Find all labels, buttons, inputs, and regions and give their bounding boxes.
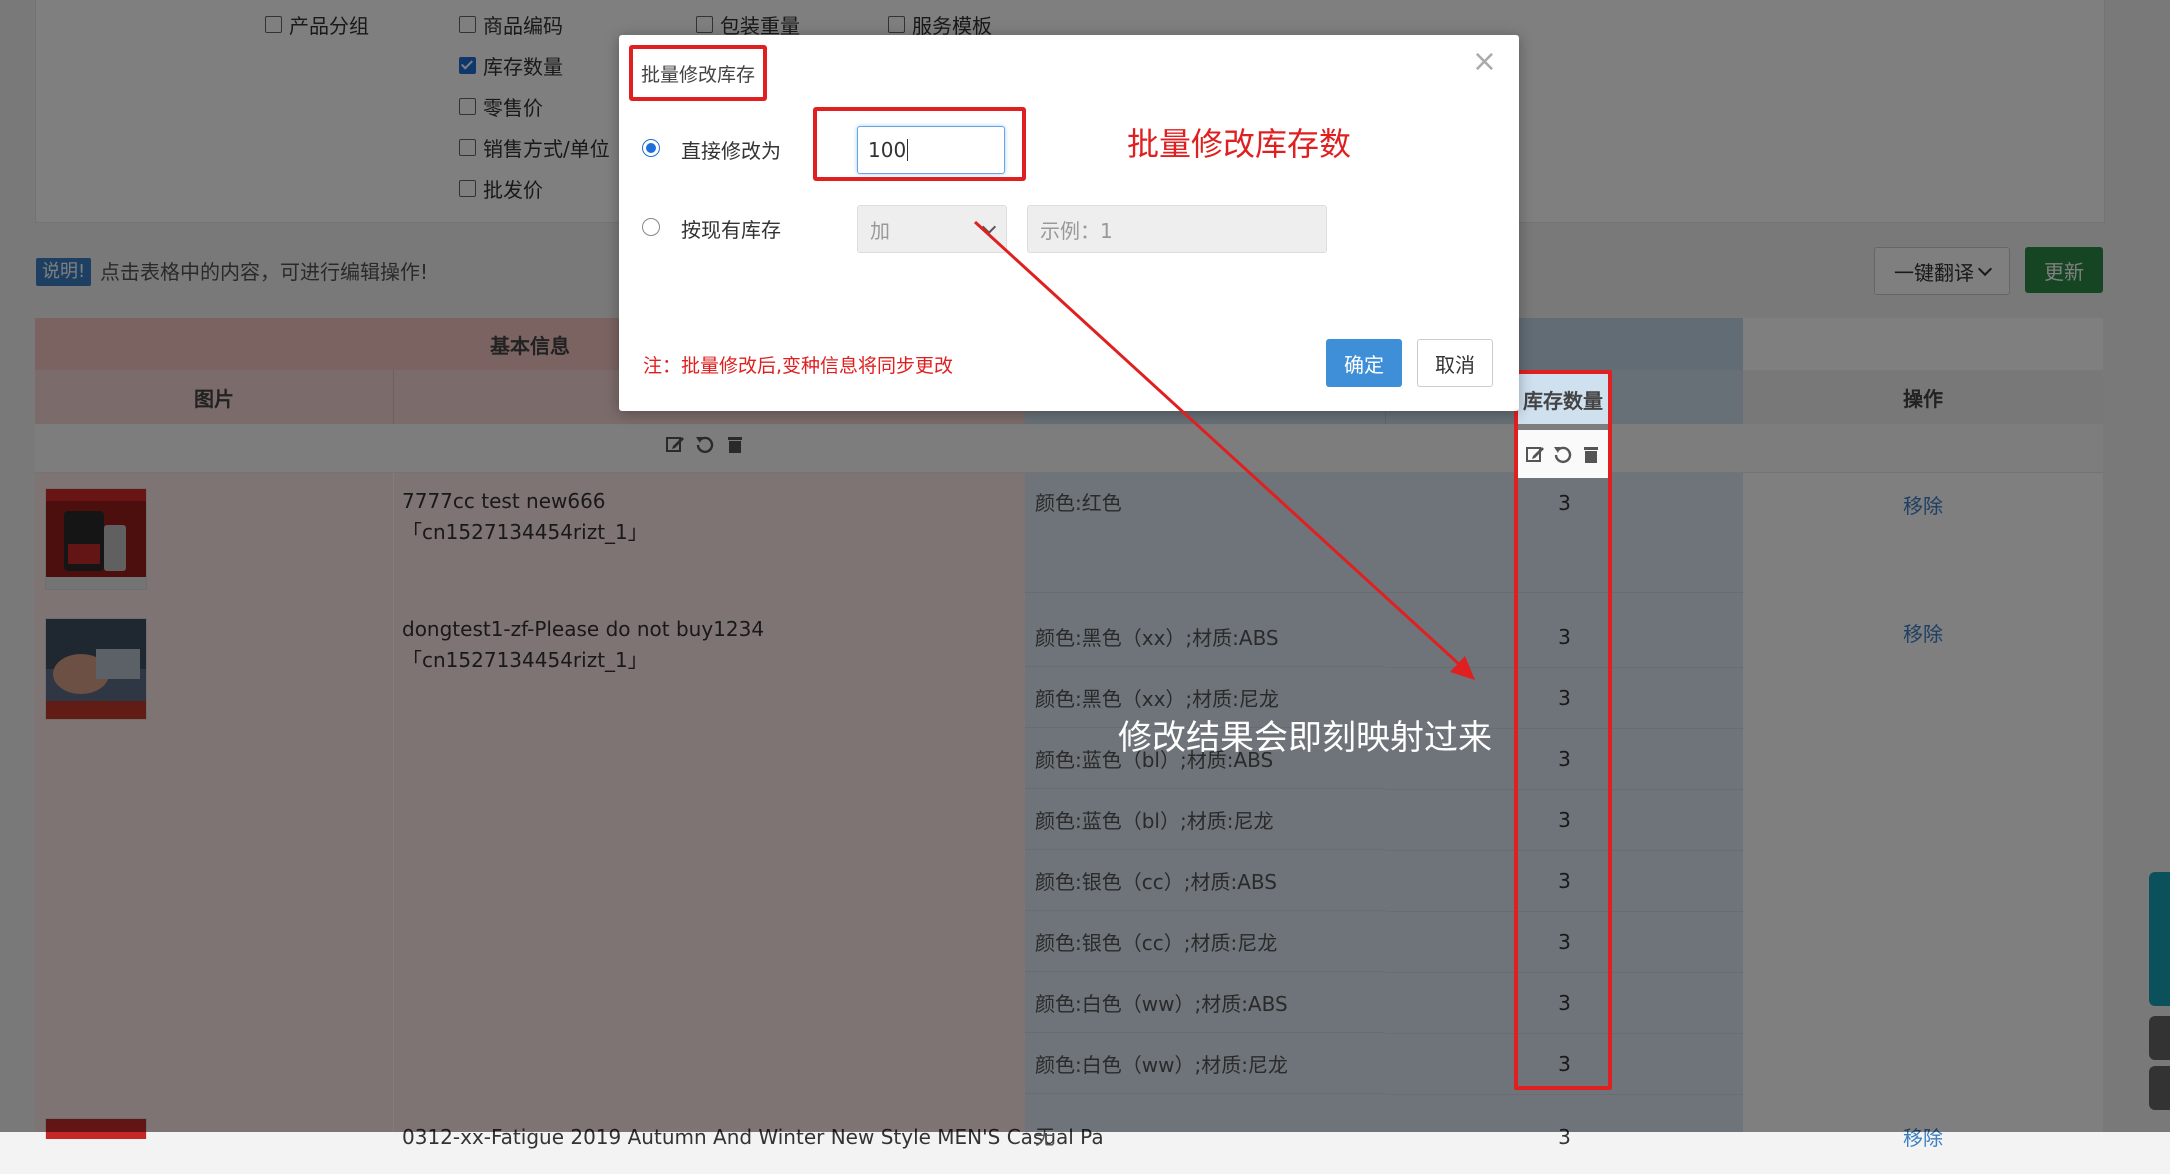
- stock-column-highlight-box: [1514, 370, 1612, 1090]
- annotation-result-label: 修改结果会即刻映射过来: [1118, 718, 1492, 758]
- annotation-batch-label: 批量修改库存数: [1127, 125, 1352, 163]
- operator-select[interactable]: 加: [857, 205, 1007, 253]
- confirm-button[interactable]: 确定: [1326, 339, 1402, 387]
- direct-stock-input[interactable]: 100: [857, 126, 1005, 174]
- radio-relative[interactable]: [642, 218, 660, 236]
- modal-note: 注：批量修改后,变种信息将同步更改: [643, 355, 954, 377]
- modal-title: 批量修改库存: [629, 45, 768, 101]
- option-direct-label: 直接修改为: [681, 139, 781, 163]
- text-caret: [907, 139, 909, 161]
- batch-stock-modal: 批量修改库存 × 直接修改为 100 批量修改库存数 按现有库存 加 示例：1 …: [619, 35, 1519, 411]
- delta-input[interactable]: 示例：1: [1027, 205, 1327, 253]
- cancel-button[interactable]: 取消: [1417, 339, 1493, 387]
- chevron-down-icon: [981, 219, 997, 235]
- option-relative-label: 按现有库存: [681, 218, 781, 242]
- close-icon[interactable]: ×: [1472, 47, 1497, 77]
- radio-direct[interactable]: [642, 139, 660, 157]
- bulk-edit-page: 产品分组 商品编码 库存数量 零售价 销售方式/单位 批发价 包装重量 服务模: [0, 0, 2170, 1150]
